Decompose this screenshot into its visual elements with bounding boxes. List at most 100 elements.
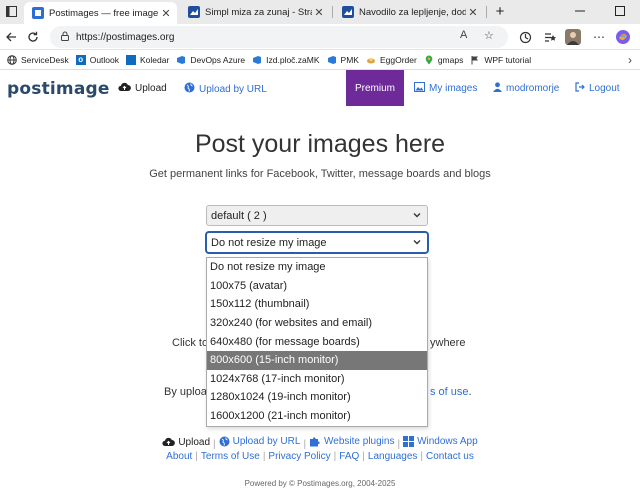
bookmarks-bar: ServiceDesk o Outlook Koledar DevOps Azu… [0, 50, 640, 70]
close-tab-icon[interactable]: ✕ [466, 6, 480, 19]
close-window-button[interactable] [620, 0, 640, 22]
site-nav: postimage Upload Upload by URL Premium M… [0, 70, 640, 106]
page-subtitle: Get permanent links for Facebook, Twitte… [149, 168, 491, 180]
bookmark-wpf[interactable]: WPF tutorial [470, 55, 531, 65]
page-title: Post your images here [194, 130, 446, 158]
globe-icon [184, 82, 195, 96]
tab-navodilo[interactable]: Navodilo za lepljenje, dodajan ✕ [334, 2, 484, 22]
puzzle-icon [310, 437, 320, 447]
terms-notice-text: By uploa [164, 386, 207, 398]
globe-icon [219, 436, 230, 447]
logout-icon [575, 82, 585, 95]
footer-secondary-links: About | Terms of Use | Privacy Policy | FAQ | La… [166, 451, 474, 462]
globe-icon [7, 54, 17, 65]
cloud-upload-icon [162, 437, 176, 446]
footer-faq-link[interactable]: FAQ [339, 451, 359, 462]
resize-select[interactable]: Do not resize my image [206, 232, 428, 253]
bookmark-pmk[interactable]: PMK [327, 55, 359, 65]
back-button[interactable] [0, 26, 22, 48]
footer-contact-link[interactable]: Contact us [426, 451, 474, 462]
resize-option[interactable]: 150x112 (thumbnail) [207, 295, 427, 314]
outlook-icon: o [75, 54, 86, 65]
read-aloud-icon[interactable]: A [460, 29, 467, 41]
resize-option[interactable]: 1280x1024 (19-inch monitor) [207, 388, 427, 407]
bookmark-izd[interactable]: Izd.ploč.zaMK [252, 55, 320, 65]
site-info-icon[interactable] [60, 31, 70, 44]
tab-divider [486, 6, 487, 18]
site-favicon-icon [188, 6, 200, 18]
bookmark-eggorder[interactable]: EggOrder [366, 55, 417, 65]
favorites-icon[interactable] [538, 26, 560, 48]
tab-simpl-miza[interactable]: Simpl miza za zunaj - Stran 2 - ✕ [180, 2, 330, 22]
resize-option[interactable]: 1600x1200 (21-inch monitor) [207, 407, 427, 426]
footer-about-link[interactable]: About [166, 451, 192, 462]
bookmark-servicedesk[interactable]: ServiceDesk [7, 55, 69, 65]
bookmark-koledar[interactable]: Koledar [126, 54, 169, 65]
footer-privacy-link[interactable]: Privacy Policy [268, 451, 330, 462]
url-field[interactable]: https://postimages.org A ☆ [50, 26, 508, 48]
resize-option[interactable]: 640x480 (for message boards) [207, 332, 427, 351]
bookmarks-overflow-chevron-icon[interactable]: › [628, 53, 632, 67]
tab-postimages[interactable]: Postimages — free image hos ✕ [24, 2, 177, 24]
refresh-button[interactable] [22, 26, 44, 48]
tab-divider [332, 6, 333, 18]
upload-nav-link[interactable]: Upload [118, 82, 167, 95]
site-favicon-icon [342, 6, 354, 18]
upload-by-url-nav-link[interactable]: Upload by URL [184, 82, 267, 96]
map-pin-icon [424, 55, 434, 65]
bookmark-gmaps[interactable]: gmaps [424, 55, 463, 65]
favorite-star-icon[interactable]: ☆ [484, 29, 494, 42]
resize-option-highlighted[interactable]: 800x600 (15-inch monitor) [207, 350, 427, 370]
footer-upload-link[interactable]: Upload [162, 437, 210, 448]
resize-option[interactable]: 100x75 (avatar) [207, 277, 427, 296]
tab-actions-icon[interactable] [0, 0, 22, 22]
settings-more-icon[interactable]: ⋯ [588, 26, 610, 48]
user-icon [493, 82, 502, 95]
site-logo[interactable]: postimage [7, 79, 110, 99]
terms-of-use-link-fragment[interactable]: s of use. [430, 386, 472, 398]
footer-languages-link[interactable]: Languages [368, 451, 418, 462]
logout-nav-link[interactable]: Logout [575, 82, 620, 95]
devops-icon [252, 55, 262, 65]
cloud-upload-icon [118, 82, 131, 95]
chevron-down-icon [413, 240, 421, 245]
my-images-nav-link[interactable]: My images [414, 82, 477, 95]
browser-extensions-icon[interactable] [514, 26, 536, 48]
footer-upload-by-url-link[interactable]: Upload by URL [219, 436, 300, 447]
minimize-button[interactable] [560, 0, 600, 22]
windows-logo-icon [403, 436, 415, 447]
postimages-favicon-icon [32, 7, 44, 19]
premium-button[interactable]: Premium [346, 70, 404, 106]
url-text: https://postimages.org [76, 31, 175, 43]
powered-by-text: Powered by © Postimages.org, 2004-2025 [244, 479, 396, 488]
profile-avatar[interactable] [562, 26, 584, 48]
footer-windows-app-link[interactable]: Windows App [403, 436, 478, 447]
resize-options-list: Do not resize my image 100x75 (avatar) 1… [206, 257, 428, 427]
tab-strip: Postimages — free image hos ✕ Simpl miza… [0, 0, 640, 24]
copilot-icon[interactable] [612, 26, 634, 48]
chevron-down-icon [413, 213, 421, 218]
bookmark-devops-azure[interactable]: DevOps Azure [176, 55, 245, 65]
gallery-select[interactable]: default ( 2 ) [206, 205, 428, 226]
egg-icon [366, 55, 376, 65]
resize-option[interactable]: Do not resize my image [207, 258, 427, 277]
calendar-icon [126, 54, 137, 65]
flag-icon [470, 55, 480, 65]
footer-primary-links: Upload | Upload by URL | Website plugins… [0, 436, 640, 450]
address-bar: https://postimages.org A ☆ ⋯ [0, 24, 640, 50]
tab-title: Navodilo za lepljenje, dodajan [359, 6, 466, 18]
footer-website-plugins-link[interactable]: Website plugins [309, 436, 394, 447]
new-tab-button[interactable]: + [488, 0, 512, 22]
devops-icon [327, 55, 337, 65]
footer-terms-link[interactable]: Terms of Use [201, 451, 260, 462]
resize-option[interactable]: 1024x768 (17-inch monitor) [207, 370, 427, 389]
upload-instructions-text: Click to [172, 337, 209, 349]
image-icon [414, 82, 425, 95]
close-tab-icon[interactable]: ✕ [312, 6, 326, 19]
bookmark-outlook[interactable]: o Outlook [75, 54, 119, 65]
tab-title: Simpl miza za zunaj - Stran 2 - [205, 6, 312, 18]
user-nav-link[interactable]: modromorje [493, 82, 559, 95]
resize-option[interactable]: 320x240 (for websites and email) [207, 314, 427, 333]
devops-icon [176, 55, 186, 65]
close-tab-icon[interactable]: ✕ [159, 7, 173, 20]
